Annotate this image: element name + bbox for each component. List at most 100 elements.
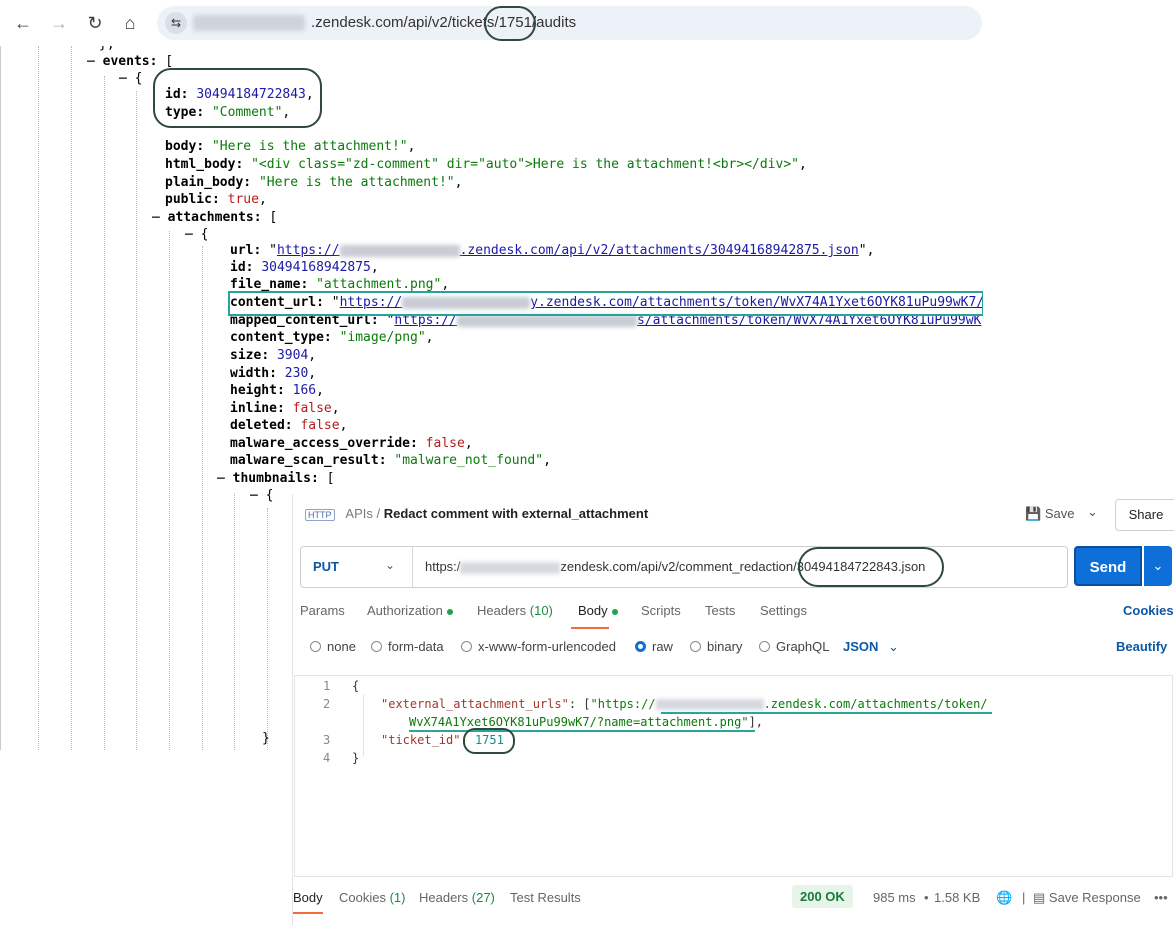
radio-icon [310, 641, 321, 652]
radio-raw[interactable]: raw [635, 639, 673, 654]
back-icon[interactable]: ← [12, 12, 34, 34]
active-tab-indicator [293, 912, 323, 914]
radio-graphql[interactable]: GraphQL [759, 639, 829, 654]
indent-guide [267, 508, 268, 750]
response-tab-body[interactable]: Body [293, 890, 323, 905]
radio-label: raw [652, 639, 673, 654]
collapse-toggle[interactable]: – [217, 471, 233, 486]
highlight-comment-id-oval [153, 68, 322, 128]
json-line: – { [185, 227, 209, 242]
address-bar[interactable]: ⇆ .zendesk.com/api/v2/tickets/1751/audit… [157, 6, 982, 40]
redacted-subdomain [655, 699, 764, 710]
tab-label: Authorization [367, 603, 443, 618]
postman-panel: HTTP APIs / Redact comment with external… [292, 494, 1174, 925]
request-name[interactable]: Redact comment with external_attachment [384, 506, 648, 521]
json-line: content_type: "image/png", [230, 330, 434, 345]
json-line: width: 230, [230, 366, 317, 381]
save-dropdown-chevron-icon[interactable]: ⌄ [1087, 504, 1098, 520]
save-button[interactable]: 💾 Save [1025, 506, 1074, 522]
status-dot-icon [611, 608, 618, 615]
beautify-button[interactable]: Beautify [1116, 639, 1167, 654]
radio-label: none [327, 639, 356, 654]
radio-icon [690, 641, 701, 652]
chevron-down-icon: ⌄ [888, 639, 899, 654]
json-line: – attachments: [ [152, 210, 278, 225]
save-label: Save [1044, 506, 1075, 521]
tab-authorization[interactable]: Authorization [367, 603, 453, 618]
url-path: zendesk.com/api/v2/comment_redaction [560, 559, 794, 574]
body-format-select[interactable]: JSON ⌄ [843, 639, 899, 655]
radio-label: x-www-form-urlencoded [478, 639, 616, 654]
save-response-label: Save Response [1048, 890, 1141, 905]
radio-label: binary [707, 639, 743, 654]
json-line: plain_body: "Here is the attachment!", [165, 175, 463, 190]
radio-binary[interactable]: binary [690, 639, 742, 654]
tab-headers[interactable]: Headers (10) [477, 603, 553, 618]
chevron-down-icon[interactable]: ⌄ [385, 558, 395, 572]
code-line: } [352, 751, 360, 765]
status-dot-icon [446, 608, 453, 615]
address-bar-url[interactable]: .zendesk.com/api/v2/tickets/1751/audits [311, 14, 576, 31]
send-options-chevron-icon[interactable]: ⌄ [1144, 546, 1172, 586]
body-editor[interactable]: 1 2 3 4 { "external_attachment_urls": ["… [294, 675, 1173, 877]
tab-tests[interactable]: Tests [705, 603, 735, 618]
globe-icon[interactable]: 🌐 [996, 890, 1012, 906]
json-line: – { [119, 71, 143, 86]
tab-body[interactable]: Body [578, 603, 618, 618]
attachment-url-link[interactable]: https://.zendesk.com/api/v2/attachments/… [277, 243, 859, 258]
share-button[interactable]: Share [1115, 499, 1174, 531]
response-tab-cookies[interactable]: Cookies (1) [339, 890, 405, 905]
tab-scripts[interactable]: Scripts [641, 603, 681, 618]
browser-toolbar: ← → ↻ ⌂ ⇆ .zendesk.com/api/v2/tickets/17… [0, 0, 982, 46]
cookies-link[interactable]: Cookies [1123, 603, 1174, 618]
json-line: html_body: "<div class="zd-comment" dir=… [165, 157, 807, 172]
collapse-toggle[interactable]: – [119, 71, 135, 86]
format-label: JSON [843, 639, 879, 654]
indent-guide [104, 76, 105, 750]
collapse-toggle[interactable]: – [250, 488, 266, 503]
line-number: 1 [323, 679, 331, 693]
indent-guide [71, 46, 72, 750]
code-line: "external_attachment_urls": ["https://.z… [381, 697, 988, 711]
json-line: size: 3904, [230, 348, 317, 363]
tab-params[interactable]: Params [300, 603, 345, 618]
save-icon: 💾 [1025, 506, 1042, 521]
save-response-button[interactable]: ▤ Save Response [1033, 890, 1141, 906]
breadcrumb: HTTP APIs / Redact comment with external… [305, 506, 648, 521]
collapse-toggle[interactable]: – [87, 54, 103, 69]
status-badge: 200 OK [792, 885, 853, 908]
json-line: height: 166, [230, 383, 324, 398]
radio-label: form-data [388, 639, 444, 654]
collapse-toggle[interactable]: – [185, 227, 201, 242]
line-number: 3 [323, 733, 331, 747]
home-icon[interactable]: ⌂ [119, 12, 141, 34]
collapse-toggle[interactable]: – [152, 210, 168, 225]
method-select[interactable]: PUT [313, 559, 339, 574]
json-line: }, [99, 46, 115, 53]
json-line: body: "Here is the attachment!", [165, 139, 416, 154]
json-line: – { [250, 488, 274, 503]
tab-label: Headers [477, 603, 527, 618]
response-tab-headers[interactable]: Headers (27) [419, 890, 495, 905]
json-line: id: 30494168942875, [230, 260, 379, 275]
highlight-ticket-id-oval [484, 6, 536, 41]
site-info-icon[interactable]: ⇆ [165, 12, 187, 34]
response-tab-test-results[interactable]: Test Results [510, 890, 581, 905]
separator: | [1022, 890, 1026, 905]
breadcrumb-parent[interactable]: APIs [345, 506, 372, 521]
json-line: } [262, 731, 270, 746]
reload-icon[interactable]: ↻ [84, 12, 106, 34]
http-request-icon: HTTP [305, 509, 335, 521]
radio-x-www-form-urlencoded[interactable]: x-www-form-urlencoded [461, 639, 616, 654]
more-options-icon[interactable]: ••• [1154, 890, 1168, 905]
send-button[interactable]: Send [1074, 546, 1142, 586]
tab-count: (1) [389, 890, 406, 905]
tab-settings[interactable]: Settings [760, 603, 807, 618]
json-line: public: true, [165, 192, 267, 207]
radio-none[interactable]: none [310, 639, 356, 654]
url-prefix: https:/ [425, 559, 461, 574]
radio-form-data[interactable]: form-data [371, 639, 444, 654]
forward-icon[interactable]: → [48, 12, 70, 34]
radio-icon [461, 641, 472, 652]
response-time: 985 ms [873, 890, 916, 905]
